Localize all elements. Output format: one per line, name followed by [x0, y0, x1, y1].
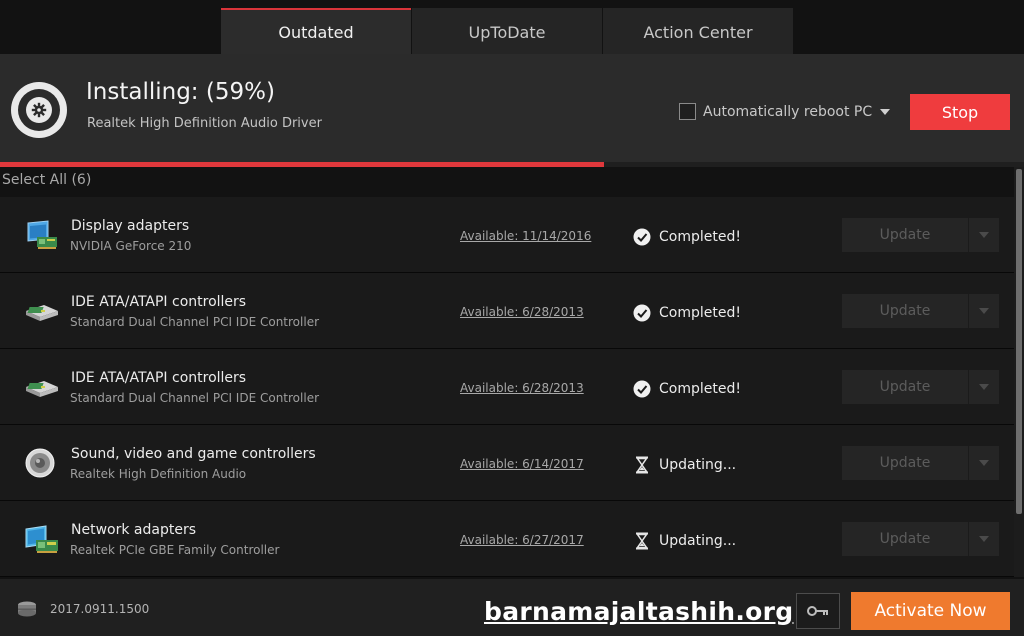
activate-now-button[interactable]: Activate Now	[851, 592, 1010, 630]
driver-status: Updating...	[633, 456, 736, 474]
install-header: Installing: (59%) Realtek High Definitio…	[0, 54, 1024, 162]
list-item[interactable]: Network adapters Realtek PCIe GBE Family…	[0, 501, 1014, 577]
available-version-link[interactable]: Available: 6/14/2017	[460, 457, 584, 471]
version-number: 2017.0911.1500	[50, 602, 150, 616]
update-button-label: Update	[842, 522, 969, 556]
select-all-link[interactable]: Select All (6)	[2, 172, 91, 188]
driver-status: Completed!	[633, 380, 741, 398]
tab-outdated[interactable]: Outdated	[221, 8, 411, 54]
check-circle-icon	[633, 380, 651, 398]
chevron-down-icon[interactable]	[969, 218, 999, 252]
cloud-icon	[18, 601, 36, 617]
tab-uptodate[interactable]: UpToDate	[412, 8, 602, 54]
device-category: IDE ATA/ATAPI controllers	[71, 370, 247, 386]
list-item[interactable]: Display adapters NVIDIA GeForce 210 Avai…	[0, 197, 1014, 273]
watermark-text: barnamajaltashih.org	[484, 597, 794, 626]
update-button[interactable]: Update	[842, 218, 999, 252]
chevron-down-icon[interactable]	[969, 294, 999, 328]
update-button[interactable]: Update	[842, 446, 999, 480]
tab-bar: Outdated UpToDate Action Center	[221, 8, 794, 54]
update-button-label: Update	[842, 446, 969, 480]
scrollbar-thumb[interactable]	[1016, 169, 1022, 514]
update-button-label: Update	[842, 218, 969, 252]
driver-status: Completed!	[633, 304, 741, 322]
device-category: IDE ATA/ATAPI controllers	[71, 294, 247, 310]
key-icon	[807, 606, 828, 616]
hourglass-icon	[633, 532, 651, 550]
chevron-down-icon[interactable]	[969, 522, 999, 556]
list-scrollbar[interactable]	[1014, 167, 1024, 577]
update-button-label: Update	[842, 370, 969, 404]
driver-status-text: Updating...	[659, 457, 737, 473]
driver-status-text: Updating...	[659, 533, 737, 549]
stop-button[interactable]: Stop	[910, 94, 1010, 130]
device-category: Sound, video and game controllers	[71, 446, 316, 462]
device-name: Standard Dual Channel PCI IDE Controller	[70, 391, 320, 405]
driver-status-text: Completed!	[659, 381, 741, 397]
list-item[interactable]: IDE ATA/ATAPI controllers Standard Dual …	[0, 273, 1014, 349]
driver-status: Completed!	[633, 228, 741, 246]
device-name: Realtek PCIe GBE Family Controller	[70, 543, 280, 557]
chevron-down-icon[interactable]	[969, 370, 999, 404]
network-adapter-icon	[24, 523, 60, 555]
version-info: 2017.0911.1500	[16, 601, 149, 617]
display-adapter-icon	[24, 219, 60, 251]
check-circle-icon	[633, 304, 651, 322]
install-progress-bar	[0, 162, 1024, 167]
device-category: Display adapters	[71, 218, 190, 234]
install-progress-ring	[11, 82, 67, 138]
auto-reboot-option[interactable]: Automatically reboot PC	[679, 103, 891, 120]
device-name: Realtek High Definition Audio	[70, 467, 247, 481]
chevron-down-icon[interactable]	[880, 108, 891, 115]
hourglass-icon	[633, 456, 651, 474]
available-version-link[interactable]: Available: 6/27/2017	[460, 533, 584, 547]
update-button[interactable]: Update	[842, 522, 999, 556]
available-version-link[interactable]: Available: 6/28/2013	[460, 381, 584, 395]
ide-controller-icon	[24, 295, 60, 327]
list-item[interactable]: Sound, video and game controllers Realte…	[0, 425, 1014, 501]
install-status-title: Installing: (59%)	[86, 79, 275, 105]
license-key-button[interactable]	[796, 593, 840, 629]
chevron-down-icon[interactable]	[969, 446, 999, 480]
device-name: NVIDIA GeForce 210	[70, 239, 192, 253]
device-category: Network adapters	[71, 522, 196, 538]
speaker-icon	[24, 447, 60, 479]
driver-status-text: Completed!	[659, 229, 741, 245]
available-version-link[interactable]: Available: 11/14/2016	[460, 229, 591, 243]
driver-list: Display adapters NVIDIA GeForce 210 Avai…	[0, 197, 1014, 577]
installing-driver-name: Realtek High Definition Audio Driver	[87, 116, 322, 131]
check-circle-icon	[633, 228, 651, 246]
gear-icon	[26, 97, 52, 123]
list-item[interactable]: IDE ATA/ATAPI controllers Standard Dual …	[0, 349, 1014, 425]
update-button[interactable]: Update	[842, 294, 999, 328]
footer-bar: 2017.0911.1500 barnamajaltashih.org Acti…	[0, 579, 1024, 636]
update-button[interactable]: Update	[842, 370, 999, 404]
tab-action-center[interactable]: Action Center	[603, 8, 793, 54]
install-progress-fill	[0, 162, 605, 167]
auto-reboot-label: Automatically reboot PC	[703, 103, 873, 120]
update-button-label: Update	[842, 294, 969, 328]
auto-reboot-checkbox[interactable]	[679, 103, 696, 120]
device-name: Standard Dual Channel PCI IDE Controller	[70, 315, 320, 329]
available-version-link[interactable]: Available: 6/28/2013	[460, 305, 584, 319]
driver-status-text: Completed!	[659, 305, 741, 321]
ide-controller-icon	[24, 371, 60, 403]
driver-status: Updating...	[633, 532, 736, 550]
